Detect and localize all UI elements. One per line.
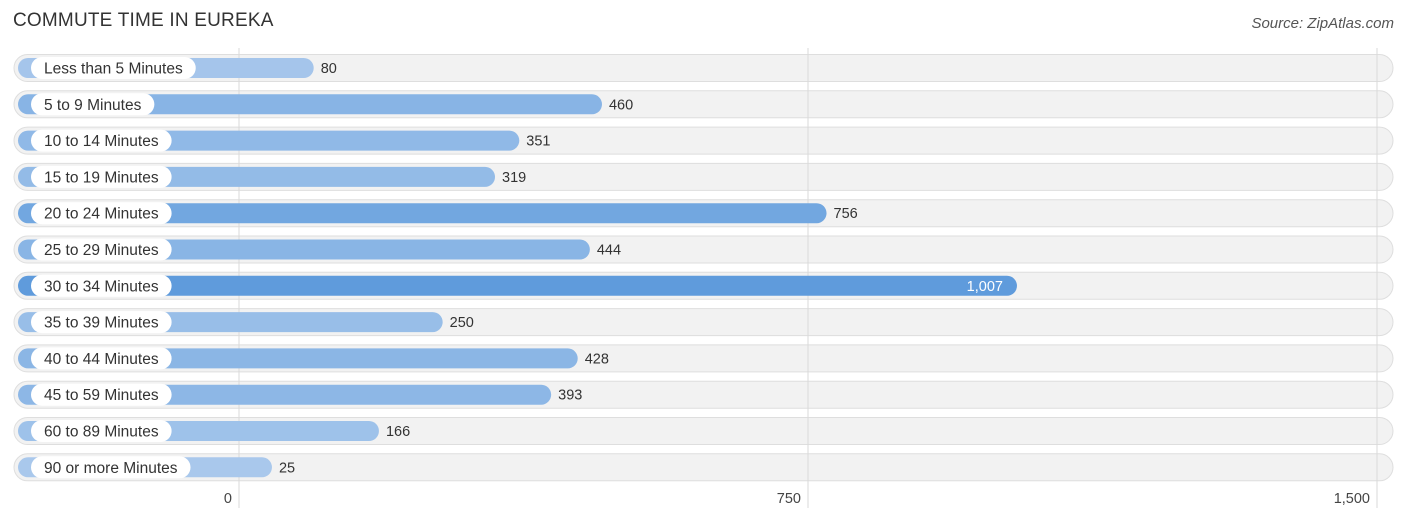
x-axis-ticks: 0 750 1,500 (224, 491, 1370, 507)
value-label: 25 (279, 460, 295, 476)
value-label: 351 (526, 134, 550, 150)
value-label: 1,007 (967, 279, 1003, 295)
bar-row: 20 to 24 Minutes 756 (18, 202, 858, 225)
category-label: Less than 5 Minutes (44, 61, 183, 78)
bar-row: 90 or more Minutes 25 (18, 456, 295, 479)
category-label: 90 or more Minutes (44, 460, 178, 477)
category-label: 40 to 44 Minutes (44, 351, 159, 368)
category-label: 25 to 29 Minutes (44, 242, 159, 259)
rows-layer: Less than 5 Minutes 80 5 to 9 Minutes 460 10… (13, 48, 1394, 508)
value-label: 166 (386, 424, 410, 440)
category-label: 30 to 34 Minutes (44, 278, 159, 295)
x-tick-label: 0 (224, 491, 232, 507)
bars-layer: Less than 5 Minutes 80 5 to 9 Minutes 460 10… (18, 57, 1017, 479)
bar-row: 40 to 44 Minutes 428 (18, 347, 609, 370)
bar-row: 45 to 59 Minutes 393 (18, 383, 582, 406)
value-label: 444 (597, 243, 621, 259)
category-label: 35 to 39 Minutes (44, 315, 159, 332)
value-label: 460 (609, 97, 633, 113)
category-label: 20 to 24 Minutes (44, 206, 159, 223)
x-tick-label: 1,500 (1334, 491, 1370, 507)
value-label: 393 (558, 388, 582, 404)
category-label: 10 to 14 Minutes (44, 133, 159, 150)
bar-row: 15 to 19 Minutes 319 (18, 165, 526, 188)
x-tick-label: 750 (777, 491, 801, 507)
category-label: 15 to 19 Minutes (44, 169, 159, 186)
value-label: 428 (585, 351, 609, 367)
value-label: 319 (502, 170, 526, 186)
bar-chart: Less than 5 Minutes 80 5 to 9 Minutes 460 10… (13, 48, 1394, 508)
value-label: 80 (321, 61, 337, 77)
bar-row: 60 to 89 Minutes 166 (18, 420, 410, 442)
category-label: 45 to 59 Minutes (44, 387, 159, 404)
value-label: 250 (450, 315, 474, 331)
track-layer (13, 54, 1394, 482)
bar-row: 25 to 29 Minutes 444 (18, 238, 621, 261)
category-label: 5 to 9 Minutes (44, 97, 142, 114)
category-label: 60 to 89 Minutes (44, 424, 159, 441)
bar-row: Less than 5 Minutes 80 (18, 57, 337, 79)
bar-row: 5 to 9 Minutes 460 (18, 93, 633, 116)
bar-row: 10 to 14 Minutes 351 (18, 129, 550, 152)
bar-row: 30 to 34 Minutes 1,007 (18, 274, 1017, 297)
value-label: 756 (834, 206, 858, 222)
bar-row: 35 to 39 Minutes 250 (18, 311, 474, 334)
